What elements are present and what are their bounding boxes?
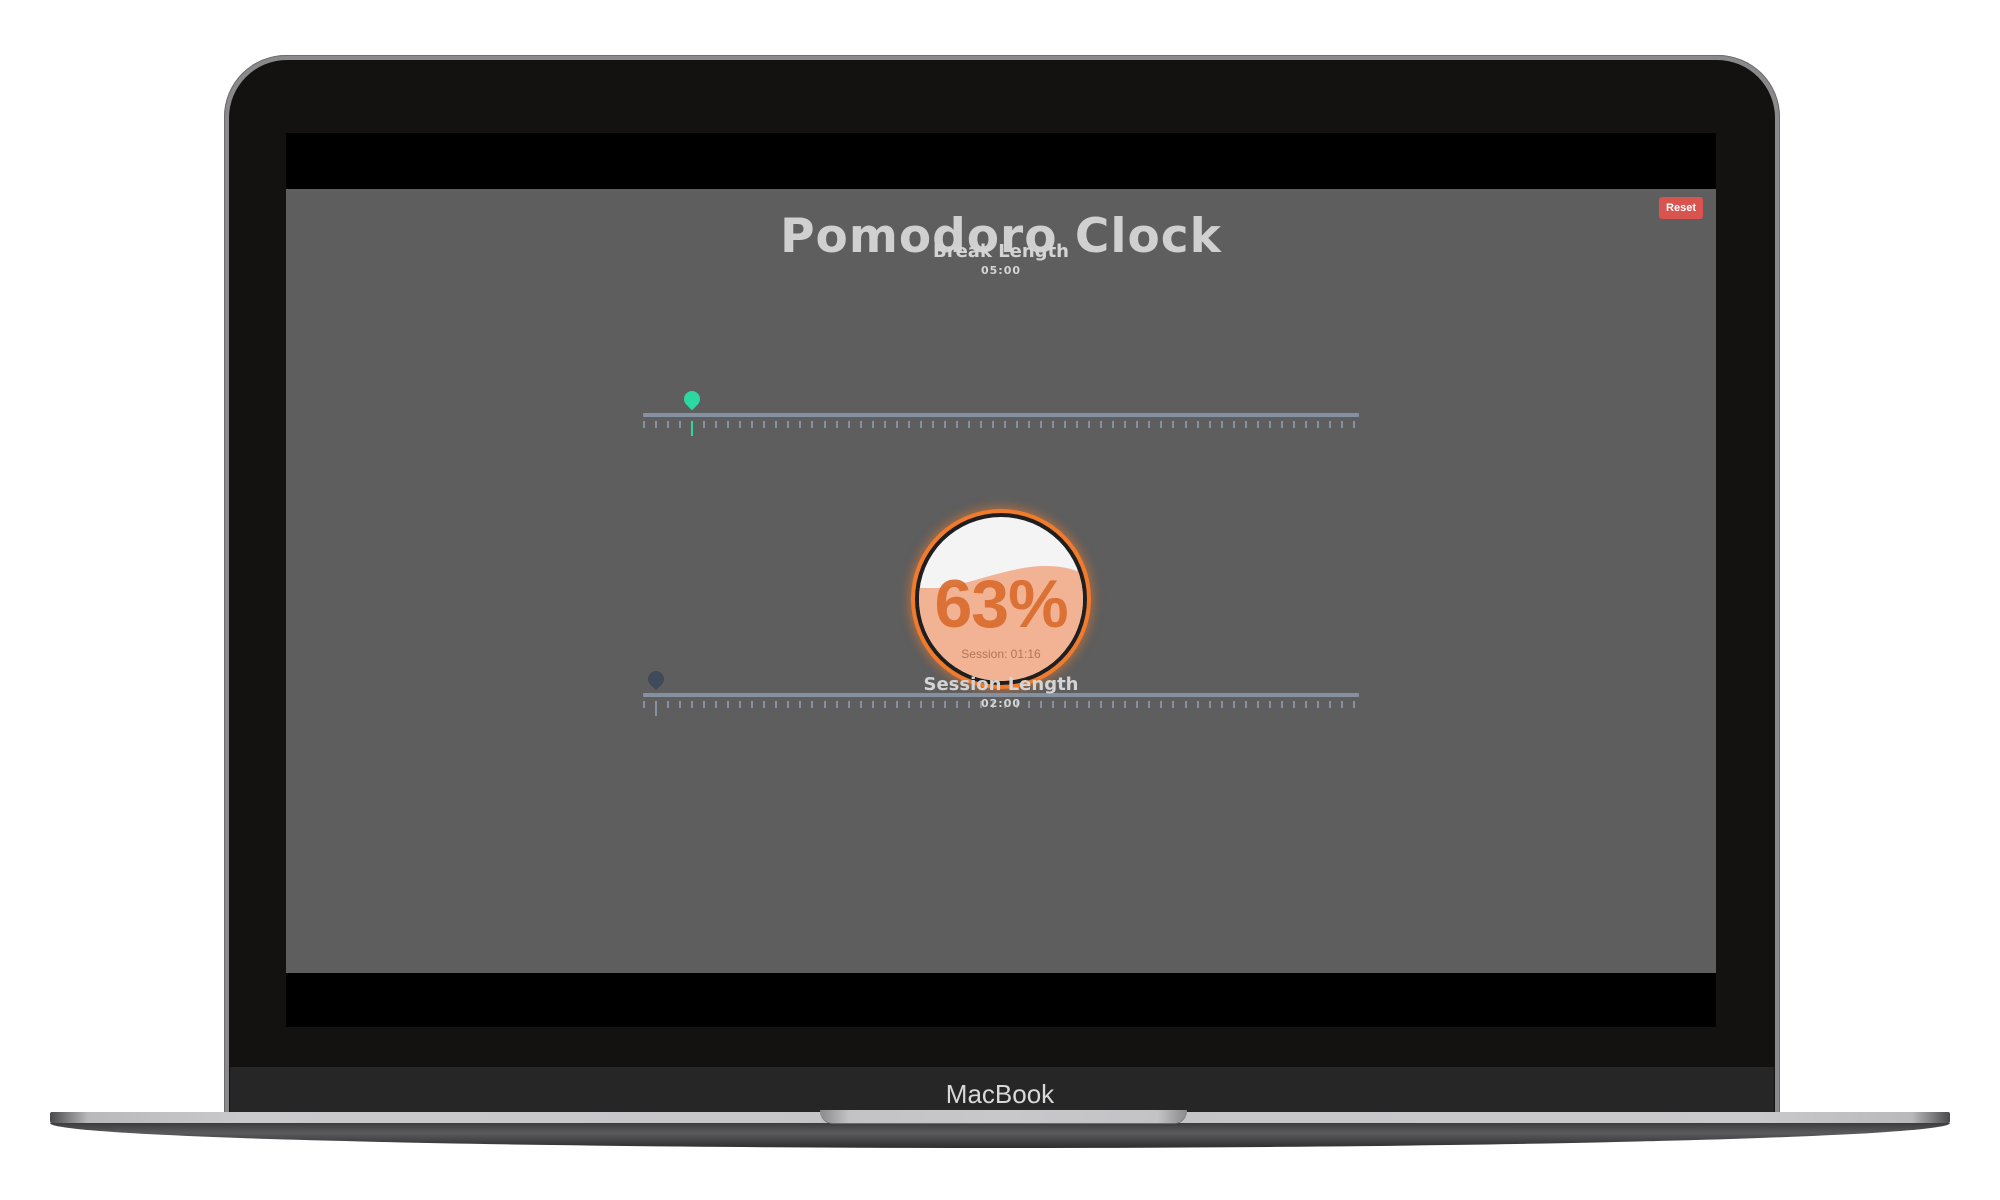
break-slider-tick xyxy=(727,421,730,428)
break-slider-track[interactable] xyxy=(643,413,1359,417)
break-length-label: Break Length xyxy=(933,241,1069,262)
break-slider-tick xyxy=(943,421,946,428)
break-slider-tick xyxy=(739,421,742,428)
break-slider-tick xyxy=(1052,421,1055,428)
break-slider-tick xyxy=(955,421,958,428)
break-slider-tick xyxy=(1292,421,1295,428)
break-slider-tick xyxy=(1184,421,1187,428)
break-slider-tick xyxy=(1016,421,1019,428)
break-slider-tick xyxy=(859,421,862,428)
break-slider-tick xyxy=(751,421,754,428)
break-slider-tick xyxy=(643,421,645,428)
break-length-value: 05:00 xyxy=(980,264,1021,277)
break-slider-tick xyxy=(1340,421,1343,428)
session-remaining: Session: 01:16 xyxy=(961,647,1041,661)
pomodoro-app: Pomodoro Clock Reset Break Length 05:00 … xyxy=(286,189,1716,973)
break-slider-tick xyxy=(1304,421,1307,428)
break-slider-tick xyxy=(1352,421,1355,428)
break-slider-tick xyxy=(871,421,874,428)
break-slider-tick xyxy=(811,421,814,428)
break-slider-tick xyxy=(667,421,670,428)
break-slider-tick xyxy=(787,421,790,428)
break-slider-tick xyxy=(1160,421,1163,428)
break-slider-tick xyxy=(763,421,766,428)
break-slider-thumb[interactable] xyxy=(680,387,704,411)
progress-gauge: 63% Session: 01:16 xyxy=(911,509,1091,689)
break-slider-tick xyxy=(775,421,778,428)
brand-label: MacBook xyxy=(945,1079,1055,1109)
break-slider-tick xyxy=(1328,421,1331,428)
break-slider-tick xyxy=(1028,421,1031,428)
break-slider-tick xyxy=(967,421,970,428)
break-slider-tick xyxy=(835,421,838,428)
break-slider-tick xyxy=(883,421,886,428)
break-slider-tick xyxy=(1088,421,1091,428)
break-slider-tick xyxy=(907,421,910,428)
break-slider-tick xyxy=(1220,421,1223,428)
laptop-hinge-notch xyxy=(820,1110,1187,1123)
session-length-label: Session Length xyxy=(923,674,1079,695)
break-slider-tick xyxy=(931,421,934,428)
break-slider-tick xyxy=(1196,421,1199,428)
reset-button[interactable]: Reset xyxy=(1659,197,1703,219)
break-slider-tick xyxy=(1040,421,1043,428)
break-slider-tick xyxy=(1136,421,1139,428)
break-slider-tick xyxy=(1208,421,1211,428)
break-slider-tick xyxy=(1100,421,1103,428)
break-slider-tick xyxy=(799,421,802,428)
break-slider-tick xyxy=(1076,421,1079,428)
break-slider-tick xyxy=(1280,421,1283,428)
break-slider-tick xyxy=(823,421,826,428)
break-slider-tick xyxy=(895,421,898,428)
break-slider-tick xyxy=(1316,421,1319,428)
break-slider-tick xyxy=(1232,421,1235,428)
break-slider-tick xyxy=(1268,421,1271,428)
break-slider-tick xyxy=(1064,421,1067,428)
break-slider-tick xyxy=(655,421,658,428)
break-slider-tick xyxy=(1172,421,1175,428)
break-slider-tick xyxy=(715,421,718,428)
break-slider-tick xyxy=(1112,421,1115,428)
break-slider-tick xyxy=(1148,421,1151,428)
gauge-body: 63% Session: 01:16 xyxy=(919,517,1083,681)
break-slider-tick xyxy=(979,421,982,428)
break-length-slider[interactable] xyxy=(643,387,1359,441)
break-slider-tick xyxy=(679,421,682,428)
break-slider-tick xyxy=(919,421,922,428)
session-length-value: 02:00 xyxy=(980,697,1021,710)
break-slider-tick xyxy=(847,421,850,428)
break-slider-tick xyxy=(1124,421,1127,428)
progress-percent: 63% xyxy=(934,566,1068,642)
break-slider-tick xyxy=(1244,421,1247,428)
break-slider-tick xyxy=(1004,421,1006,428)
break-slider-tick xyxy=(991,421,994,428)
break-slider-tick-active xyxy=(691,421,694,436)
break-slider-tick xyxy=(703,421,706,428)
laptop-base xyxy=(50,1123,1950,1148)
break-slider-tick xyxy=(1256,421,1259,428)
